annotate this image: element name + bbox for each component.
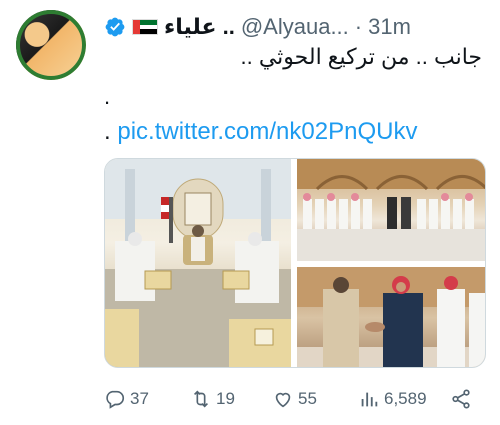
tweet-text-line-1: جانب .. من تركيع الحوثي .. xyxy=(240,44,483,69)
link-prefix: . xyxy=(104,118,118,145)
like-count: 55 xyxy=(298,389,317,408)
share-button[interactable] xyxy=(450,388,472,410)
retweet-icon xyxy=(193,390,209,408)
views-count: 6,589 xyxy=(384,389,427,408)
media-link[interactable]: pic.twitter.com/nk02PnQUkv xyxy=(117,118,417,145)
photo-hall-lineup[interactable] xyxy=(297,159,485,261)
separator-dot: · xyxy=(354,14,363,39)
like-button[interactable]: 55 xyxy=(272,388,317,410)
tweet-text-line-2: . xyxy=(104,84,111,109)
views-button[interactable]: 6,589 xyxy=(358,388,427,410)
like-icon xyxy=(275,392,291,408)
reply-icon xyxy=(106,390,125,409)
reply-count: 37 xyxy=(130,389,149,408)
tweet-actions: 37 19 55 6,589 xyxy=(104,386,476,412)
retweet-button[interactable]: 19 xyxy=(190,388,235,410)
timestamp[interactable]: 31m xyxy=(368,14,411,40)
retweet-count: 19 xyxy=(216,389,235,408)
uae-flag-icon xyxy=(132,19,158,35)
user-handle[interactable]: @Alyaua... xyxy=(241,14,349,40)
display-name[interactable]: علياء .. xyxy=(164,14,235,40)
share-icon xyxy=(452,389,470,409)
media-grid[interactable] xyxy=(104,158,486,368)
tweet-header: علياء .. @Alyaua... · 31m xyxy=(104,14,484,40)
reply-button[interactable]: 37 xyxy=(104,388,149,410)
avatar[interactable] xyxy=(16,10,86,80)
tweet-link-row: . pic.twitter.com/nk02PnQUkv xyxy=(104,118,417,146)
views-icon xyxy=(361,392,378,407)
photo-meeting-room[interactable] xyxy=(105,159,291,367)
photo-handshake[interactable] xyxy=(297,267,485,367)
verified-badge-icon xyxy=(105,17,125,37)
